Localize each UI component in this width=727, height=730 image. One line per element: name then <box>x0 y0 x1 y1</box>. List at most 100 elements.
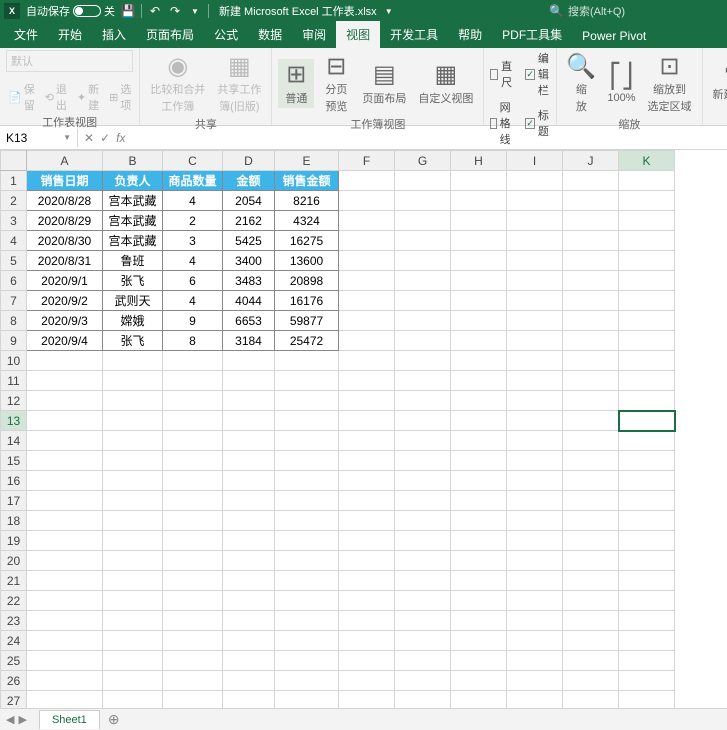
save-icon[interactable]: 💾 <box>121 4 135 18</box>
cell-G17[interactable] <box>395 491 451 511</box>
cell-A4[interactable]: 2020/8/30 <box>27 231 103 251</box>
cell-A13[interactable] <box>27 411 103 431</box>
ruler-checkbox[interactable]: 直尺 <box>490 50 515 98</box>
col-header-G[interactable]: G <box>395 151 451 171</box>
menu-tab-文件[interactable]: 文件 <box>4 21 48 48</box>
cell-A6[interactable]: 2020/9/1 <box>27 271 103 291</box>
cell-A2[interactable]: 2020/8/28 <box>27 191 103 211</box>
cell-H10[interactable] <box>451 351 507 371</box>
cell-J9[interactable] <box>563 331 619 351</box>
cell-B6[interactable]: 张飞 <box>103 271 163 291</box>
cell-D13[interactable] <box>223 411 275 431</box>
row-header-6[interactable]: 6 <box>1 271 27 291</box>
cell-K9[interactable] <box>619 331 675 351</box>
cell-A25[interactable] <box>27 651 103 671</box>
cell-C21[interactable] <box>163 571 223 591</box>
cell-K2[interactable] <box>619 191 675 211</box>
sheet-nav[interactable]: ◀▶ <box>0 713 33 726</box>
cell-A19[interactable] <box>27 531 103 551</box>
cell-I5[interactable] <box>507 251 563 271</box>
row-header-18[interactable]: 18 <box>1 511 27 531</box>
cell-F22[interactable] <box>339 591 395 611</box>
undo-icon[interactable]: ↶ <box>148 4 162 18</box>
cell-B9[interactable]: 张飞 <box>103 331 163 351</box>
cell-A10[interactable] <box>27 351 103 371</box>
cell-K6[interactable] <box>619 271 675 291</box>
cell-G23[interactable] <box>395 611 451 631</box>
cell-B20[interactable] <box>103 551 163 571</box>
row-header-9[interactable]: 9 <box>1 331 27 351</box>
cell-I4[interactable] <box>507 231 563 251</box>
cell-J26[interactable] <box>563 671 619 691</box>
cell-F12[interactable] <box>339 391 395 411</box>
col-header-D[interactable]: D <box>223 151 275 171</box>
cell-F1[interactable] <box>339 171 395 191</box>
cell-E24[interactable] <box>275 631 339 651</box>
cell-D8[interactable]: 6653 <box>223 311 275 331</box>
row-header-1[interactable]: 1 <box>1 171 27 191</box>
cell-K22[interactable] <box>619 591 675 611</box>
pagelayout-button[interactable]: ▤页面布局 <box>358 59 410 108</box>
cell-H4[interactable] <box>451 231 507 251</box>
cell-A7[interactable]: 2020/9/2 <box>27 291 103 311</box>
cell-D16[interactable] <box>223 471 275 491</box>
cell-C11[interactable] <box>163 371 223 391</box>
cell-E6[interactable]: 20898 <box>275 271 339 291</box>
cell-A15[interactable] <box>27 451 103 471</box>
menu-tab-Power Pivot[interactable]: Power Pivot <box>572 24 656 48</box>
cell-E13[interactable] <box>275 411 339 431</box>
cell-H6[interactable] <box>451 271 507 291</box>
cell-C24[interactable] <box>163 631 223 651</box>
menu-tab-公式[interactable]: 公式 <box>204 21 248 48</box>
cell-H7[interactable] <box>451 291 507 311</box>
cell-E8[interactable]: 59877 <box>275 311 339 331</box>
cell-A5[interactable]: 2020/8/31 <box>27 251 103 271</box>
cell-F3[interactable] <box>339 211 395 231</box>
cell-B1[interactable]: 负责人 <box>103 171 163 191</box>
cell-G25[interactable] <box>395 651 451 671</box>
cell-D24[interactable] <box>223 631 275 651</box>
row-header-3[interactable]: 3 <box>1 211 27 231</box>
cell-K7[interactable] <box>619 291 675 311</box>
cell-C6[interactable]: 6 <box>163 271 223 291</box>
chevron-down-icon[interactable]: ▼ <box>385 7 393 16</box>
next-icon[interactable]: ▶ <box>18 713 26 726</box>
col-header-F[interactable]: F <box>339 151 395 171</box>
menu-tab-帮助[interactable]: 帮助 <box>448 21 492 48</box>
cell-I9[interactable] <box>507 331 563 351</box>
row-header-16[interactable]: 16 <box>1 471 27 491</box>
cell-B11[interactable] <box>103 371 163 391</box>
cell-C23[interactable] <box>163 611 223 631</box>
cell-J19[interactable] <box>563 531 619 551</box>
cell-A18[interactable] <box>27 511 103 531</box>
cell-J18[interactable] <box>563 511 619 531</box>
cell-A3[interactable]: 2020/8/29 <box>27 211 103 231</box>
cell-J24[interactable] <box>563 631 619 651</box>
cell-I21[interactable] <box>507 571 563 591</box>
cell-G14[interactable] <box>395 431 451 451</box>
cell-A1[interactable]: 销售日期 <box>27 171 103 191</box>
cell-E11[interactable] <box>275 371 339 391</box>
search-box[interactable]: 🔍 搜索(Alt+Q) <box>543 1 723 21</box>
cell-C7[interactable]: 4 <box>163 291 223 311</box>
cell-G18[interactable] <box>395 511 451 531</box>
cell-E15[interactable] <box>275 451 339 471</box>
col-header-B[interactable]: B <box>103 151 163 171</box>
menu-tab-PDF工具集[interactable]: PDF工具集 <box>492 21 572 48</box>
cell-H26[interactable] <box>451 671 507 691</box>
cell-F11[interactable] <box>339 371 395 391</box>
cell-F16[interactable] <box>339 471 395 491</box>
cell-E7[interactable]: 16176 <box>275 291 339 311</box>
cell-A21[interactable] <box>27 571 103 591</box>
cell-A23[interactable] <box>27 611 103 631</box>
cell-H25[interactable] <box>451 651 507 671</box>
cell-E12[interactable] <box>275 391 339 411</box>
cell-B15[interactable] <box>103 451 163 471</box>
cell-B24[interactable] <box>103 631 163 651</box>
cell-J7[interactable] <box>563 291 619 311</box>
cell-A27[interactable] <box>27 691 103 709</box>
cell-J11[interactable] <box>563 371 619 391</box>
cell-F7[interactable] <box>339 291 395 311</box>
cell-J27[interactable] <box>563 691 619 709</box>
cell-C1[interactable]: 商品数量 <box>163 171 223 191</box>
